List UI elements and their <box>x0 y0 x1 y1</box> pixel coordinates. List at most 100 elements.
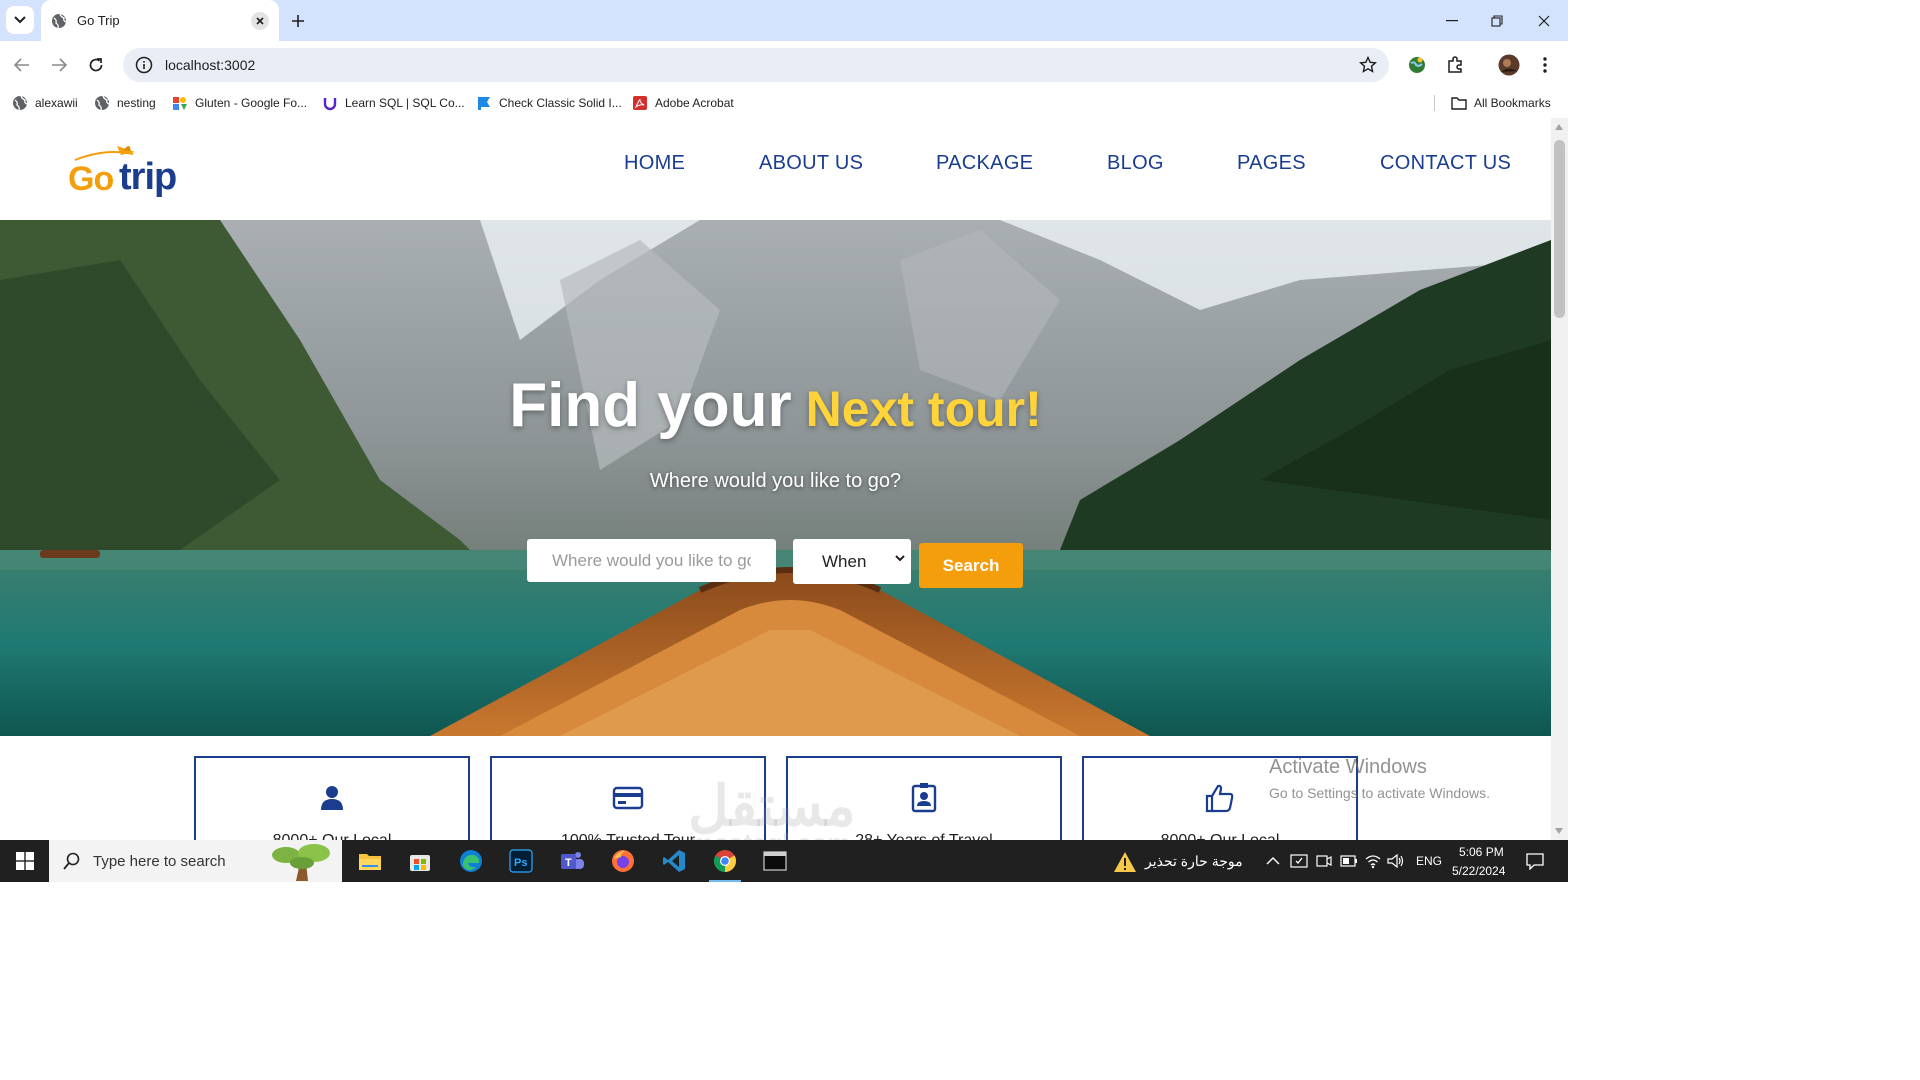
photoshop-icon: Ps <box>509 849 533 873</box>
logo-text-trip: trip <box>119 156 177 198</box>
watermark-url: mostaql.com <box>690 828 850 840</box>
avatar-icon <box>1498 54 1520 76</box>
taskbar-teams[interactable]: T <box>550 844 594 878</box>
destination-search-input[interactable] <box>527 539 776 582</box>
new-tab-button[interactable] <box>286 9 310 33</box>
nav-contact-us[interactable]: CONTACT US <box>1380 152 1511 175</box>
clock-time[interactable]: 5:06 PM <box>1459 845 1504 859</box>
bookmark-nesting[interactable]: nesting <box>94 94 156 112</box>
chevron-up-icon[interactable] <box>1266 856 1280 865</box>
activate-subtitle: Go to Settings to activate Windows. <box>1269 785 1490 801</box>
battery-icon[interactable] <box>1340 855 1358 867</box>
hero-section: Find your Next tour! Where would you like… <box>0 220 1551 736</box>
scrollbar-thumb[interactable] <box>1554 140 1565 318</box>
scroll-up-arrow-icon[interactable] <box>1555 124 1563 130</box>
globe-icon <box>52 13 67 28</box>
nav-about-us[interactable]: ABOUT US <box>759 152 863 175</box>
bookmark-check-classic[interactable]: Check Classic Solid I... <box>476 94 622 112</box>
bookmark-star-icon[interactable] <box>1359 56 1377 74</box>
gotrip-logo[interactable]: Go trip <box>55 145 180 198</box>
plus-icon <box>292 15 304 27</box>
warning-icon[interactable] <box>1113 851 1137 873</box>
weather-alert-text[interactable]: موجة حارة تحذير <box>1145 853 1243 870</box>
nav-blog[interactable]: BLOG <box>1107 152 1164 175</box>
taskbar-vscode[interactable] <box>652 844 696 878</box>
bookmark-label: Check Classic Solid I... <box>499 96 622 110</box>
back-button[interactable] <box>8 51 36 79</box>
bookmark-learn-sql[interactable]: Learn SQL | SQL Co... <box>322 94 465 112</box>
extensions-button[interactable] <box>1443 53 1467 77</box>
bookmark-google-fonts[interactable]: Gluten - Google Fo... <box>172 94 307 112</box>
wifi-icon[interactable] <box>1364 853 1382 869</box>
taskbar-photoshop[interactable]: Ps <box>499 844 543 878</box>
when-select[interactable]: When <box>793 539 911 584</box>
svg-text:Ps: Ps <box>514 857 527 869</box>
tab-close-button[interactable] <box>251 11 269 30</box>
reload-button[interactable] <box>82 51 110 79</box>
user-icon <box>321 786 343 810</box>
language-indicator[interactable]: ENG <box>1416 854 1442 868</box>
taskbar-chrome[interactable] <box>703 844 747 882</box>
start-button[interactable] <box>0 840 49 882</box>
chevron-down-icon <box>14 16 26 24</box>
puzzle-icon <box>1448 56 1462 73</box>
site-info-icon[interactable] <box>135 56 153 74</box>
browser-menu-button[interactable] <box>1533 53 1557 77</box>
udemy-icon <box>323 98 337 111</box>
tab-strip: Go Trip <box>0 0 1568 41</box>
extension-globe-button[interactable] <box>1405 53 1429 77</box>
site-header: Go trip HOME ABOUT US PACKAGE BLOG PAGES… <box>0 118 1551 220</box>
svg-text:T: T <box>565 857 572 869</box>
close-window-button[interactable] <box>1521 0 1567 41</box>
tab-search-button[interactable] <box>6 6 34 34</box>
stat-card-local: 8000+ Our Local <box>194 756 470 840</box>
restore-icon <box>1491 14 1503 27</box>
page-scrollbar[interactable] <box>1551 118 1568 840</box>
volume-icon[interactable] <box>1387 853 1405 869</box>
taskbar-firefox[interactable] <box>601 844 645 878</box>
minimize-button[interactable] <box>1429 0 1475 41</box>
minimize-icon <box>1446 19 1458 21</box>
all-bookmarks-button[interactable]: All Bookmarks <box>1434 94 1551 112</box>
restore-button[interactable] <box>1474 0 1520 41</box>
meet-now-icon[interactable] <box>1316 853 1332 869</box>
taskbar-search[interactable]: Type here to search <box>49 840 342 882</box>
taskbar-edge[interactable] <box>449 844 493 878</box>
notifications-icon[interactable] <box>1526 852 1544 870</box>
scroll-down-arrow-icon[interactable] <box>1555 828 1563 834</box>
firefox-icon <box>612 850 634 872</box>
file-explorer-icon <box>359 854 381 870</box>
vscode-icon <box>663 850 685 872</box>
taskbar-terminal[interactable] <box>753 844 797 878</box>
forward-button[interactable] <box>45 51 73 79</box>
when-select-value: When <box>822 551 867 571</box>
thumbs-up-icon <box>1205 784 1234 813</box>
bookmark-label: Gluten - Google Fo... <box>195 96 308 110</box>
extension-globe-icon <box>1409 57 1425 73</box>
taskbar-store[interactable] <box>398 844 442 878</box>
bookmark-alexawii[interactable]: alexawii <box>12 94 78 112</box>
activate-windows-notice: Activate Windows Go to Settings to activ… <box>1269 756 1490 801</box>
windows-logo-icon <box>15 852 34 870</box>
taskbar-file-explorer[interactable] <box>348 844 392 878</box>
address-bar[interactable]: localhost:3002 <box>123 48 1389 82</box>
nav-package[interactable]: PACKAGE <box>936 152 1033 175</box>
hero-subtitle: Where would you like to go? <box>649 470 902 492</box>
search-button[interactable]: Search <box>919 543 1023 588</box>
browser-tab[interactable]: Go Trip <box>41 0 279 41</box>
credit-card-icon <box>612 786 644 810</box>
nav-pages[interactable]: PAGES <box>1237 152 1306 175</box>
taskbar-search-placeholder: Type here to search <box>93 852 226 870</box>
windows-taskbar: Type here to search Ps T موجة حارة تحذير… <box>0 840 1568 882</box>
close-icon <box>256 16 264 25</box>
nav-home[interactable]: HOME <box>624 152 685 175</box>
clock-date[interactable]: 5/22/2024 <box>1452 864 1505 878</box>
bookmark-adobe-acrobat[interactable]: Adobe Acrobat <box>632 94 734 112</box>
profile-avatar[interactable] <box>1497 53 1521 77</box>
kebab-menu-icon <box>1543 57 1547 73</box>
bookmark-label: Learn SQL | SQL Co... <box>345 96 465 110</box>
search-icon <box>63 852 80 870</box>
security-icon[interactable] <box>1290 853 1308 869</box>
chevron-down-icon <box>895 555 905 562</box>
bookmark-label: alexawii <box>35 96 78 110</box>
